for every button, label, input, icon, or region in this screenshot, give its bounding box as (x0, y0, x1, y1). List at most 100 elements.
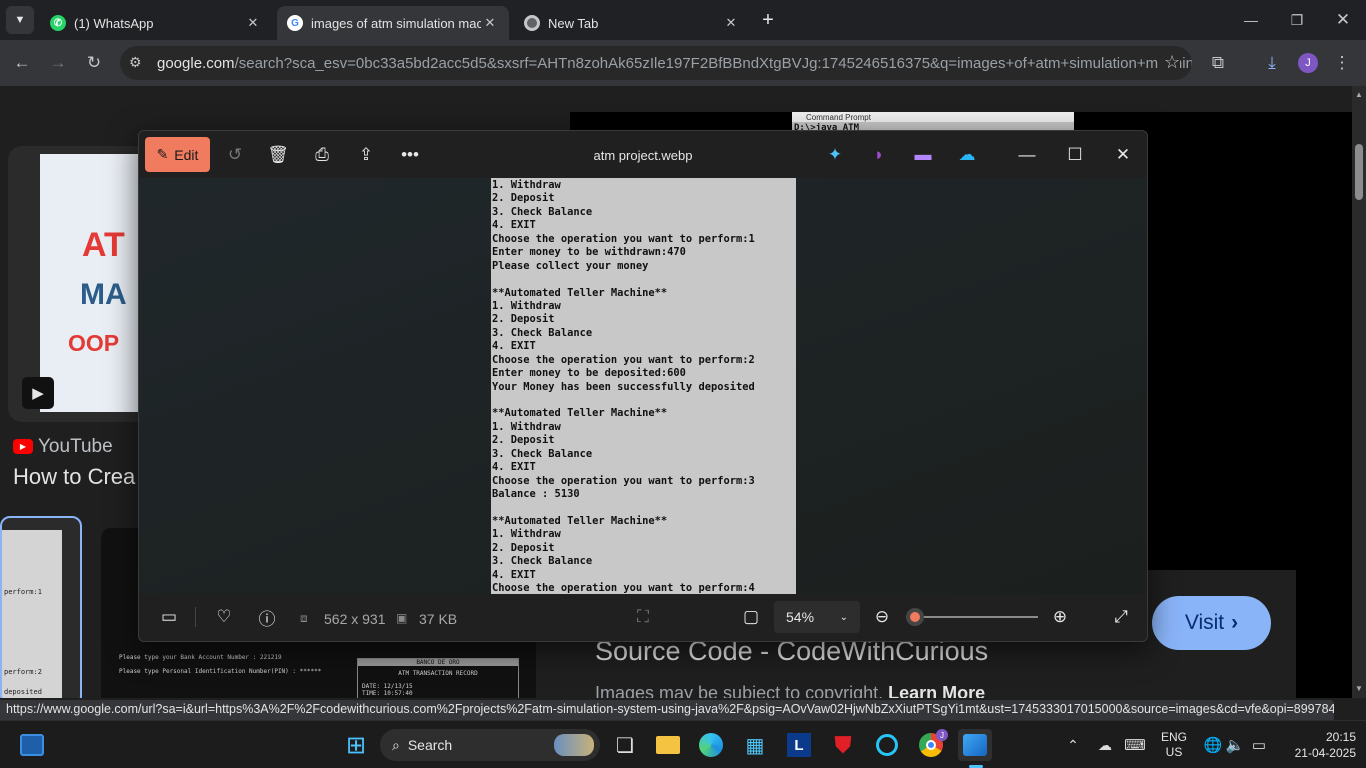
related-thumbnail[interactable]: perform:1 perform:2 deposited (0, 516, 82, 698)
scrollbar-thumb[interactable] (1355, 144, 1363, 200)
mcafee-button[interactable]: ⛊ (826, 729, 860, 761)
chevron-down-icon: ⌄ (839, 611, 848, 623)
tab-new-tab[interactable]: New Tab ✕ (514, 6, 750, 40)
region-code: US (1165, 745, 1183, 759)
thumb-line: perform:2 (4, 668, 42, 676)
arrow-left-icon: ← (13, 53, 31, 72)
result-title[interactable]: How to Crea (13, 464, 135, 490)
tab-whatsapp[interactable]: ✆ (1) WhatsApp ✕ (40, 6, 272, 40)
favorite-button[interactable]: ♡ (208, 601, 240, 633)
thumb-line: TIME: 10:57:40 (362, 690, 413, 697)
address-bar[interactable]: ⚙ google.com/search?sca_esv=0bc33a5bd2ac… (120, 46, 1192, 80)
visit-button[interactable]: Visit › (1152, 596, 1271, 650)
clipchamp-app-button[interactable]: ◗ (865, 141, 893, 169)
bookmark-star-icon[interactable]: ☆ (1158, 52, 1181, 73)
tab-title: images of atm simulation mach (311, 15, 481, 31)
close-tab-icon[interactable]: ✕ (722, 15, 740, 31)
reload-button[interactable]: ↻ (78, 47, 110, 79)
terminal-line: Choose the operation you want to perform… (492, 353, 755, 366)
photos-app-button[interactable]: ▬ (909, 141, 937, 169)
file-info-button[interactable]: ⓘ (251, 601, 283, 633)
show-hidden-icons-button[interactable]: ⌃ (1056, 729, 1090, 761)
lens-app-button[interactable]: L (782, 729, 816, 761)
alexa-button[interactable] (870, 729, 904, 761)
viewer-maximize-button[interactable]: ☐ (1059, 139, 1091, 171)
copyright-notice: Images may be subject to copyright. Lear… (595, 683, 985, 698)
restore-button[interactable]: ❐ (1274, 0, 1320, 40)
site-info-icon[interactable]: ⚙ (129, 54, 142, 71)
close-icon: ✕ (1335, 10, 1351, 29)
chrome-taskbar-button[interactable]: J (914, 729, 948, 761)
keyboard-tray-button[interactable]: ⌨ (1118, 729, 1152, 761)
clock-time: 20:15 (1325, 730, 1356, 744)
zoom-slider[interactable] (906, 607, 1038, 627)
downloads-button[interactable]: ⤓ (1256, 47, 1288, 79)
zoom-dropdown[interactable]: 54% ⌄ (774, 601, 860, 633)
play-icon: ▶ (32, 385, 44, 402)
close-window-button[interactable]: ✕ (1320, 0, 1366, 40)
language-indicator[interactable]: ENG US (1156, 730, 1192, 760)
widgets-button[interactable] (15, 729, 49, 761)
start-button[interactable]: ⊞ (339, 729, 373, 761)
minimize-button[interactable]: — (1228, 0, 1274, 40)
profile-badge: J (936, 729, 948, 741)
viewer-minimize-button[interactable]: — (1011, 139, 1043, 171)
close-tab-icon[interactable]: ✕ (244, 15, 262, 31)
edge-button[interactable] (694, 729, 728, 761)
scroll-up-icon[interactable]: ▲ (1355, 90, 1363, 99)
zoom-slider-track (906, 616, 1038, 618)
fit-to-window-button[interactable]: ▢ (735, 601, 767, 633)
forward-button[interactable]: → (42, 47, 74, 79)
close-tab-icon[interactable]: ✕ (481, 15, 499, 31)
onedrive-button[interactable]: ☁ (953, 141, 981, 169)
thumb-line: DATE: 12/13/15 (362, 683, 413, 690)
back-button[interactable]: ← (6, 47, 38, 79)
clock-date: 21-04-2025 (1294, 746, 1356, 760)
new-tab-button[interactable]: + (754, 6, 782, 34)
photos-icon (963, 734, 987, 756)
zoom-out-button[interactable]: ⊖ (866, 601, 898, 633)
viewer-close-button[interactable]: ✕ (1107, 139, 1139, 171)
zoom-in-button[interactable]: ⊕ (1044, 601, 1076, 633)
edge-icon (699, 733, 723, 757)
security-tray-button[interactable]: ☁ (1088, 729, 1122, 761)
search-highlight-icon (554, 734, 594, 756)
clock[interactable]: 20:15 21-04-2025 (1280, 729, 1356, 761)
designer-app-button[interactable]: ✦ (821, 141, 849, 169)
terminal-line: **Automated Teller Machine** (492, 514, 668, 527)
tab-images-search[interactable]: G images of atm simulation mach ✕ (277, 6, 509, 40)
thumb-text: OOP (68, 330, 120, 356)
tab-search-button[interactable]: ▼ (6, 6, 34, 34)
file-explorer-button[interactable] (651, 729, 685, 761)
scroll-down-icon[interactable]: ▼ (1355, 684, 1363, 693)
terminal-line: 4. EXIT (492, 461, 536, 474)
page-scrollbar[interactable]: ▲ ▼ (1352, 86, 1366, 698)
displayed-image[interactable]: 1. Withdraw 2. Deposit 3. Check Balance 4. … (491, 178, 796, 594)
extensions-button[interactable]: ⧉ (1202, 47, 1234, 79)
learn-more-link[interactable]: Learn More (888, 683, 985, 698)
photos-taskbar-button[interactable] (958, 729, 992, 761)
heart-icon: ♡ (216, 607, 232, 626)
terminal-line: Choose the operation you want to perform… (492, 474, 755, 487)
puzzle-icon: ⧉ (1211, 53, 1225, 72)
search-label: Search (407, 737, 453, 753)
profile-avatar[interactable]: J (1298, 53, 1318, 73)
thumb-receipt: BANCO DE ORO ATM TRANSACTION RECORD DATE… (357, 658, 519, 698)
file-size-icon: ▣ (396, 611, 408, 625)
full-screen-button[interactable]: ⤢ (1105, 601, 1137, 633)
browser-menu-button[interactable]: ⋮ (1326, 47, 1358, 79)
terminal-line: Choose the operation you want to perform… (492, 232, 755, 245)
battery-button[interactable]: ▭ (1242, 729, 1276, 761)
play-video-button[interactable]: ▶ (22, 377, 54, 409)
filmstrip-button[interactable]: ▭ (153, 601, 185, 633)
visual-search-button[interactable]: ⛶ (627, 601, 659, 633)
photos-icon: ▬ (914, 145, 932, 164)
store-button[interactable]: ▦ (738, 729, 772, 761)
terminal-line: Please collect your money (492, 259, 649, 272)
terminal-line: 3. Check Balance (492, 447, 593, 460)
zoom-slider-thumb[interactable] (906, 608, 925, 626)
task-view-button[interactable]: ❏ (608, 729, 642, 761)
taskbar-search-box[interactable]: ⌕ Search (380, 729, 600, 761)
zoom-in-icon: ⊕ (1052, 607, 1068, 626)
